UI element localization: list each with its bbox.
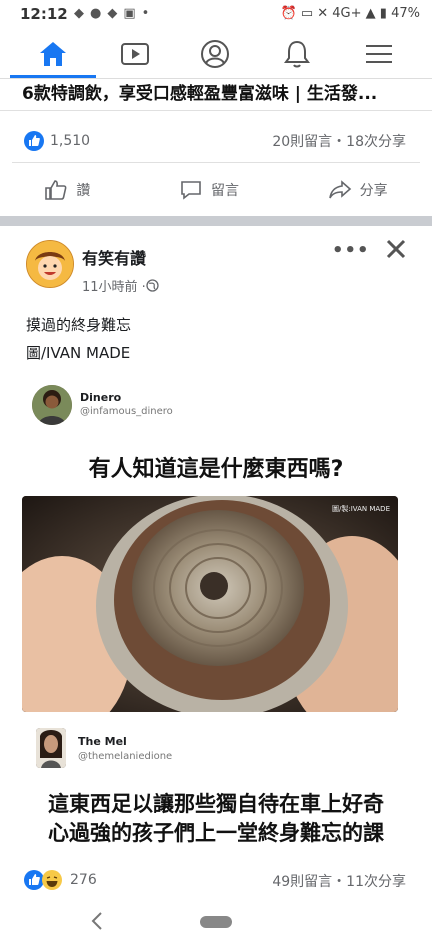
profile-icon	[201, 40, 229, 68]
prev-post-actions: 讚 留言 分享	[0, 165, 432, 215]
video-icon	[121, 43, 149, 65]
comment-icon	[181, 181, 201, 200]
back-button[interactable]	[90, 910, 104, 936]
clock: 12:12	[20, 5, 68, 23]
hamburger-icon	[366, 45, 392, 63]
thumbs-up-icon	[45, 180, 67, 200]
cartoon-avatar-icon	[27, 241, 73, 287]
page-avatar[interactable]	[26, 240, 74, 288]
like-button[interactable]: 讚	[44, 179, 90, 201]
divider	[0, 110, 432, 111]
system-nav-bar	[0, 896, 432, 950]
tweet2-name: The Mel	[78, 735, 127, 748]
more-options-icon[interactable]: •••	[332, 240, 370, 261]
tweet1-handle: @infamous_dinero	[80, 406, 173, 417]
share-icon	[328, 180, 351, 199]
menu-tab[interactable]	[336, 30, 422, 78]
top-nav	[0, 30, 432, 79]
haha-reaction-icon	[42, 870, 62, 890]
image-watermark: 圖/製:IVAN MADE	[331, 505, 390, 513]
close-icon[interactable]	[383, 236, 409, 266]
cigarette-lighter-photo	[22, 496, 398, 712]
globe-icon	[146, 279, 159, 292]
share-button[interactable]: 分享	[328, 179, 388, 201]
profile-tab[interactable]	[172, 30, 258, 78]
post-image[interactable]: 圖/製:IVAN MADE	[22, 496, 398, 712]
post-meta[interactable]: 49則留言・11次分享	[272, 871, 406, 891]
like-count: 1,510	[50, 133, 91, 149]
post-separator	[0, 216, 432, 226]
like-reaction-icon	[24, 870, 44, 890]
battery-label: 47%	[391, 6, 420, 21]
prev-post-likes[interactable]: 1,510	[24, 131, 90, 151]
reaction-count: 276	[70, 872, 97, 888]
system-icons: ⏰ ▭ ✕ 4G+ ▲ ▮ 47%	[280, 6, 420, 21]
chevron-left-icon	[91, 912, 102, 930]
network-label: 4G+	[332, 6, 362, 21]
comment-label: 留言	[210, 183, 239, 199]
tweet2-avatar	[36, 728, 66, 768]
close-x-icon	[386, 239, 406, 259]
bell-icon	[284, 40, 310, 68]
watch-tab[interactable]	[92, 30, 178, 78]
share-label: 分享	[359, 183, 388, 199]
comment-button[interactable]: 留言	[179, 179, 239, 201]
tweet1-avatar	[32, 385, 72, 425]
notification-icons: ◆●◆▣•	[74, 6, 156, 21]
like-label: 讚	[76, 183, 91, 199]
caption-line-2: 圖/IVAN MADE	[26, 344, 131, 362]
home-icon	[40, 42, 66, 66]
caption-line-1: 摸過的終身難忘	[26, 316, 132, 334]
notifications-tab[interactable]	[254, 30, 340, 78]
person-avatar-icon	[36, 728, 66, 768]
home-pill-button[interactable]	[200, 916, 232, 928]
like-reaction-icon	[24, 131, 44, 151]
prev-post-title[interactable]: 6款特調飲，享受口感輕盈豐富滋味 | 生活發...	[22, 79, 422, 104]
page-name[interactable]: 有笑有讚	[82, 245, 146, 269]
tweet1-name: Dinero	[80, 391, 122, 404]
person-avatar-icon	[32, 385, 72, 425]
post-timestamp[interactable]: 11小時前 ·	[82, 276, 159, 295]
tweet2-text-line-2: 心過強的孩子們上一堂終身難忘的課	[48, 821, 384, 845]
tweet1-text: 有人知道這是什麼東西嗎?	[88, 457, 344, 482]
tweet2-text-line-1: 這東西足以讓那些獨自待在車上好奇	[48, 792, 384, 816]
time-label: 11小時前 ·	[82, 280, 146, 295]
post-reactions[interactable]: 276	[24, 870, 97, 890]
home-tab[interactable]	[10, 30, 96, 78]
status-bar: 12:12 ◆●◆▣• ⏰ ▭ ✕ 4G+ ▲ ▮ 47%	[0, 0, 432, 30]
tweet2-handle: @themelaniedione	[78, 751, 173, 762]
divider	[12, 162, 420, 163]
prev-post-meta[interactable]: 20則留言・18次分享	[272, 131, 406, 151]
